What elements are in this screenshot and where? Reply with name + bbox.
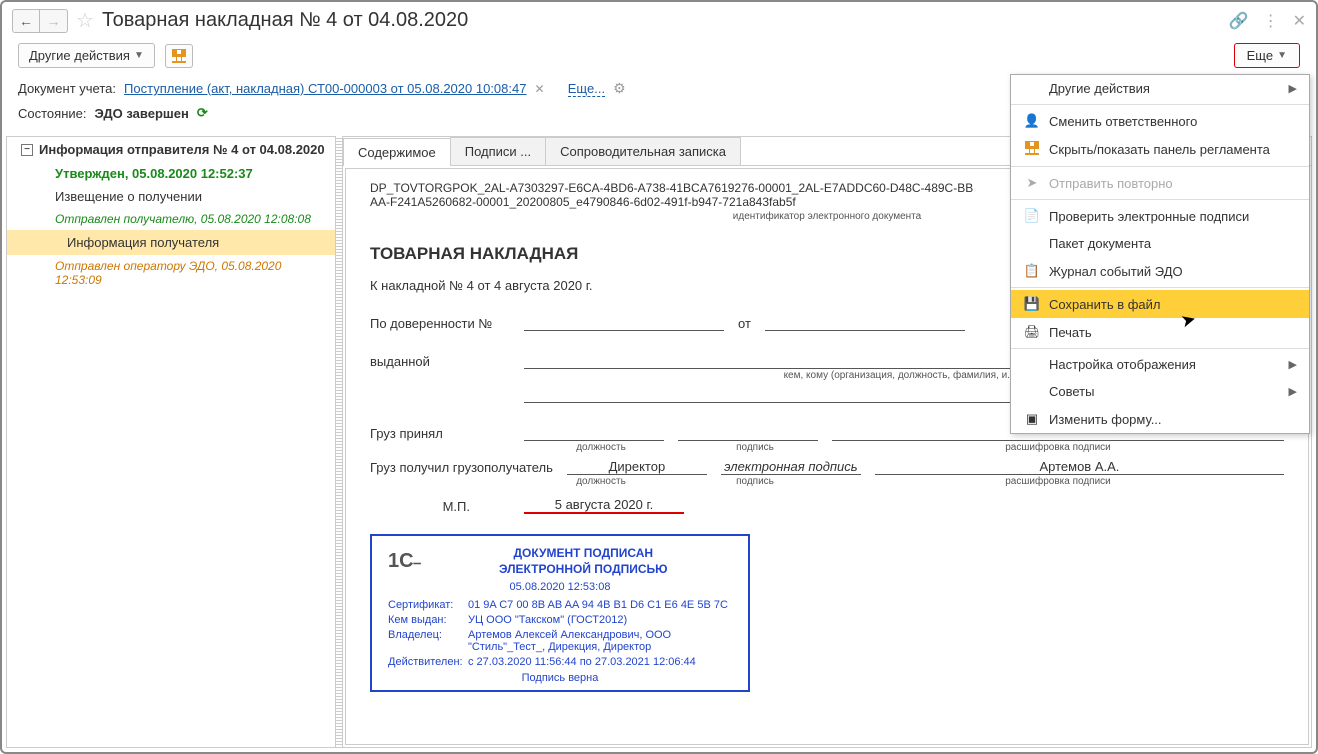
- tab-cover-note[interactable]: Сопроводительная записка: [545, 137, 741, 165]
- verify-icon: 📄: [1023, 208, 1041, 224]
- other-actions-button[interactable]: Другие действия ▼: [18, 43, 155, 68]
- close-icon[interactable]: ✕: [1293, 11, 1306, 31]
- tab-signatures[interactable]: Подписи ...: [450, 137, 546, 165]
- chevron-right-icon: ▶: [1289, 385, 1297, 398]
- hierarchy-button[interactable]: [165, 44, 193, 68]
- position-value: Директор: [567, 459, 707, 475]
- menu-doc-package[interactable]: Пакет документа: [1011, 230, 1309, 257]
- menu-save-to-file[interactable]: 💾 Сохранить в файл: [1011, 290, 1309, 318]
- name-value: Артемов А.А.: [875, 459, 1284, 475]
- tree-header[interactable]: − Информация отправителя № 4 от 04.08.20…: [7, 137, 335, 162]
- link-icon[interactable]: 🔗: [1229, 11, 1249, 31]
- state-label: Состояние:: [18, 106, 86, 121]
- menu-resend: ➤ Отправить повторно: [1011, 169, 1309, 197]
- date-bottom: 5 августа 2020 г.: [524, 497, 684, 514]
- menu-other-actions[interactable]: Другие действия ▶: [1011, 75, 1309, 102]
- gear-icon[interactable]: ⚙: [613, 80, 626, 97]
- logo-1c: 1C⎯: [388, 550, 421, 573]
- favorite-icon[interactable]: ☆: [76, 8, 94, 33]
- chevron-right-icon: ▶: [1289, 82, 1297, 95]
- from-label: от: [738, 316, 751, 331]
- forward-button[interactable]: →: [40, 9, 68, 33]
- print-icon: 🖨: [1023, 324, 1041, 340]
- window-title: Товарная накладная № 4 от 04.08.2020: [102, 9, 468, 32]
- more-link[interactable]: Еще...: [568, 81, 605, 97]
- menu-change-responsible[interactable]: 👤 Сменить ответственного: [1011, 107, 1309, 135]
- mp-label: М.П.: [370, 499, 510, 514]
- tree-recipient-info[interactable]: Информация получателя: [7, 230, 335, 255]
- more-menu: Другие действия ▶ 👤 Сменить ответственно…: [1010, 74, 1310, 434]
- menu-hide-show-panel[interactable]: Скрыть/показать панель регламента: [1011, 135, 1309, 164]
- edit-form-icon: ▣: [1023, 411, 1041, 427]
- cargo-received-label: Груз получил грузополучатель: [370, 460, 553, 475]
- chevron-right-icon: ▶: [1289, 358, 1297, 371]
- hierarchy-icon: [1025, 141, 1039, 155]
- back-button[interactable]: ←: [12, 9, 40, 33]
- side-panel: − Информация отправителя № 4 от 04.08.20…: [6, 136, 336, 748]
- menu-display-settings[interactable]: Настройка отображения ▶: [1011, 351, 1309, 378]
- menu-event-log[interactable]: 📋 Журнал событий ЭДО: [1011, 257, 1309, 285]
- doc-label: Документ учета:: [18, 81, 116, 96]
- tree-recipient-status: Отправлен оператору ЭДО, 05.08.2020 12:5…: [47, 255, 335, 291]
- menu-verify-signatures[interactable]: 📄 Проверить электронные подписи: [1011, 202, 1309, 230]
- cargo-accepted-label: Груз принял: [370, 426, 510, 441]
- source-document-link[interactable]: Поступление (акт, накладная) СТ00-000003…: [124, 81, 526, 96]
- signature-stamp: 1C⎯ ДОКУМЕНТ ПОДПИСАН ЭЛЕКТРОННОЙ ПОДПИС…: [370, 534, 750, 692]
- signature-value: электронная подпись: [721, 459, 861, 475]
- nav-buttons: ← →: [12, 9, 68, 33]
- caret-down-icon: ▼: [134, 50, 144, 61]
- tree-approved: Утвержден, 05.08.2020 12:52:37: [47, 162, 335, 185]
- tab-content[interactable]: Содержимое: [343, 138, 451, 166]
- menu-edit-form[interactable]: ▣ Изменить форму...: [1011, 405, 1309, 433]
- log-icon: 📋: [1023, 263, 1041, 279]
- proxy-label: По доверенности №: [370, 316, 510, 331]
- send-icon: ➤: [1023, 175, 1041, 191]
- kebab-icon[interactable]: ⋮: [1263, 11, 1279, 31]
- save-icon: 💾: [1023, 296, 1041, 312]
- clear-link-icon[interactable]: ✕: [534, 82, 544, 96]
- from-value: [765, 313, 965, 331]
- caret-down-icon: ▼: [1277, 50, 1287, 61]
- menu-print[interactable]: 🖨 Печать: [1011, 318, 1309, 346]
- menu-tips[interactable]: Советы ▶: [1011, 378, 1309, 405]
- proxy-value: [524, 313, 724, 331]
- tree-receipt-status: Отправлен получателю, 05.08.2020 12:08:0…: [47, 208, 335, 230]
- user-swap-icon: 👤: [1023, 113, 1041, 129]
- refresh-icon[interactable]: ⟳: [197, 105, 208, 121]
- collapse-icon[interactable]: −: [21, 144, 33, 156]
- issued-label: выданной: [370, 354, 510, 369]
- tree-receipt-notice[interactable]: Извещение о получении: [47, 185, 335, 208]
- hierarchy-icon: [172, 49, 186, 63]
- state-value: ЭДО завершен: [94, 106, 188, 121]
- more-button[interactable]: Еще ▼: [1234, 43, 1300, 68]
